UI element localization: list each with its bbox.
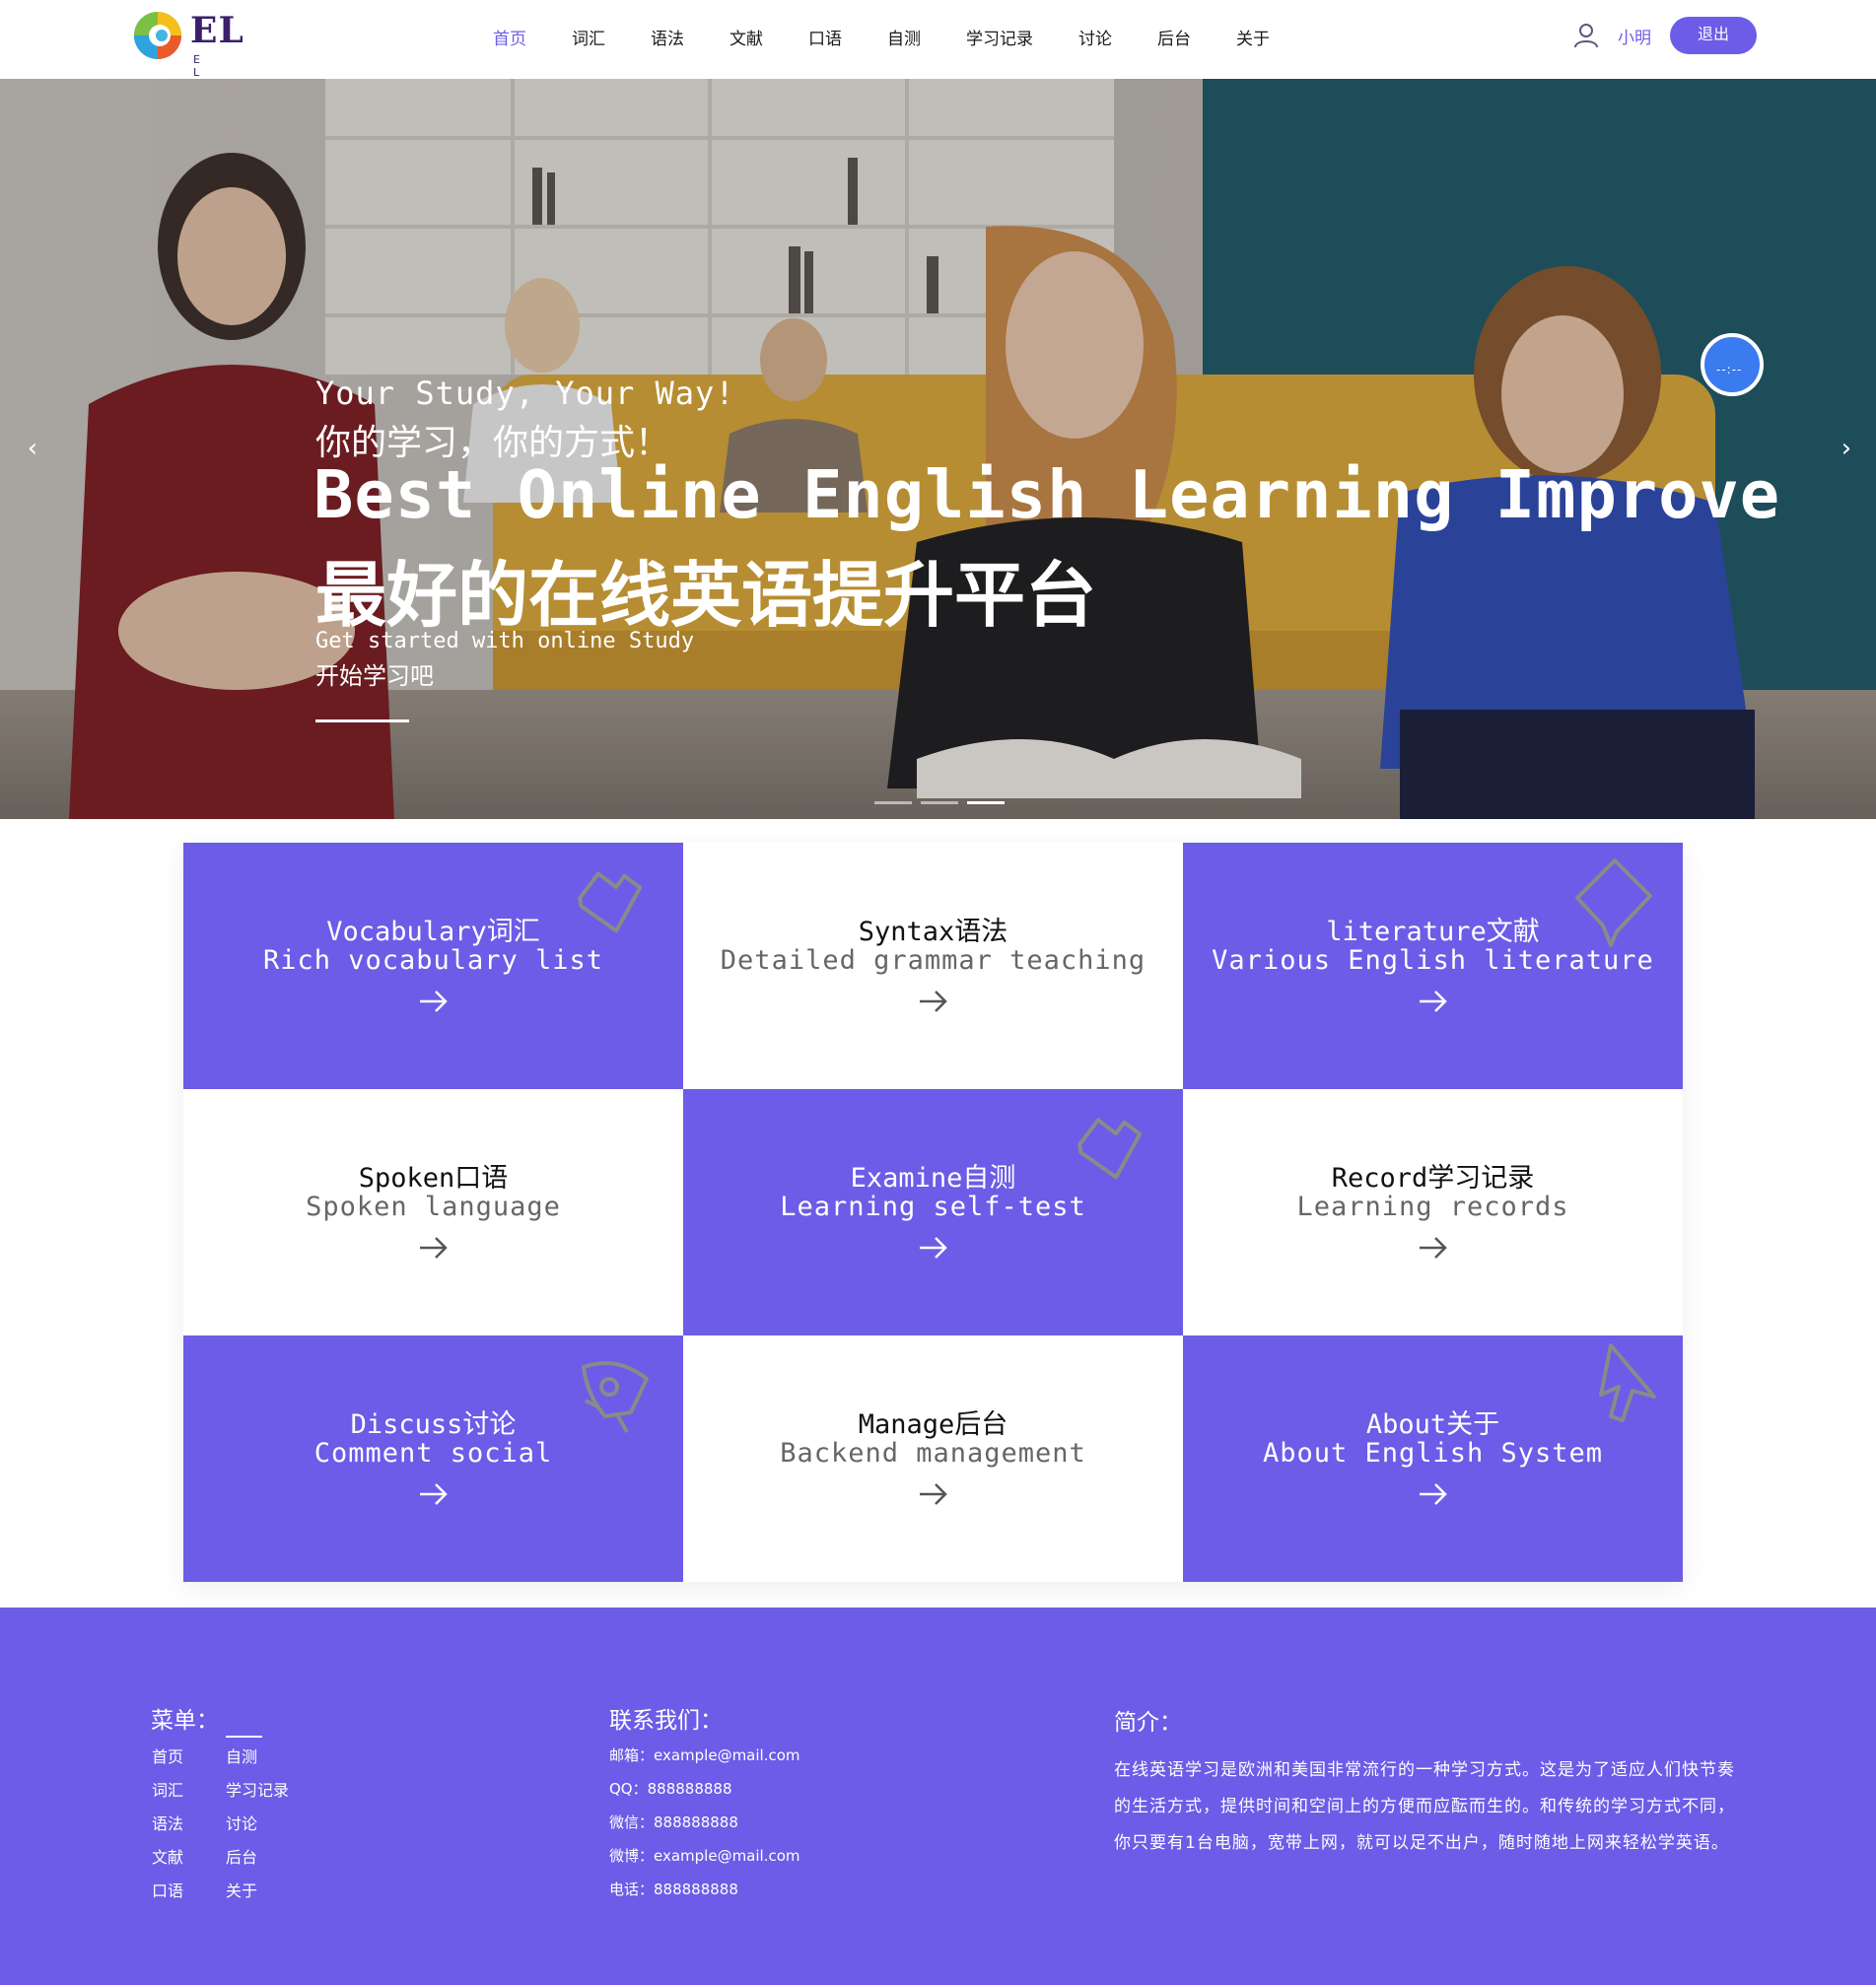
- card-title: literature文献: [1326, 917, 1540, 947]
- logo-icon: [134, 12, 181, 59]
- carousel-indicators: [874, 801, 1013, 804]
- arrow-right-icon: [1419, 1237, 1447, 1259]
- user-icon[interactable]: [1572, 22, 1600, 49]
- arrow-right-icon: [419, 1237, 448, 1259]
- nav-item-spoken[interactable]: 口语: [808, 25, 842, 49]
- card-spoken[interactable]: Spoken口语 Spoken language: [183, 1089, 683, 1335]
- card-subtitle: Learning self-test: [780, 1192, 1086, 1222]
- card-subtitle: Detailed grammar teaching: [720, 945, 1146, 976]
- card-subtitle: Comment social: [313, 1438, 553, 1469]
- footer-intro-text: 在线英语学习是欧洲和美国非常流行的一种学习方式。这是为了适应人们快节奏的生活方式…: [1114, 1760, 1735, 1853]
- hero-subtitle-en: Get started with online Study: [315, 629, 695, 653]
- card-subtitle: Rich vocabulary list: [262, 945, 604, 976]
- footer-contact-phone: 电话：888888888: [609, 1881, 738, 1898]
- footer-link-discuss[interactable]: 讨论: [226, 1811, 257, 1834]
- hero-title-zh: 最好的在线英语提升平台: [315, 554, 1097, 637]
- nav-item-vocabulary[interactable]: 词汇: [572, 25, 605, 49]
- footer-contact-weibo: 微博：example@mail.com: [609, 1847, 800, 1865]
- clock-badge[interactable]: --:--: [1701, 333, 1764, 396]
- footer-contact-wechat: 微信：888888888: [609, 1814, 738, 1831]
- footer-link-records[interactable]: 学习记录: [226, 1777, 289, 1801]
- logo-subtext: E L: [193, 53, 230, 79]
- card-discuss[interactable]: Discuss讨论 Comment social: [183, 1335, 683, 1582]
- footer-title-underline: [226, 1736, 262, 1738]
- card-subtitle: Learning records: [1296, 1192, 1569, 1222]
- footer-link-about[interactable]: 关于: [226, 1878, 257, 1901]
- card-literature[interactable]: literature文献 Various English literature: [1183, 843, 1683, 1089]
- card-title: Record学习记录: [1331, 1163, 1535, 1194]
- arrow-right-icon: [419, 991, 448, 1012]
- footer-link-backend[interactable]: 后台: [226, 1844, 257, 1868]
- arrow-right-icon: [1419, 991, 1447, 1012]
- card-title: Manage后台: [858, 1409, 1008, 1440]
- arrow-right-icon: [919, 991, 947, 1012]
- card-record[interactable]: Record学习记录 Learning records: [1183, 1089, 1683, 1335]
- main-nav: 首页 词汇 语法 文献 口语 自测 学习记录 讨论 后台 关于: [493, 0, 1315, 73]
- carousel-dot[interactable]: [874, 801, 912, 804]
- arrow-right-icon: [919, 1237, 947, 1259]
- hero-tagline-en: Your Study, Your Way!: [315, 375, 735, 412]
- carousel-dot-active[interactable]: [967, 801, 1005, 804]
- feature-grid: Vocabulary词汇 Rich vocabulary list Syntax…: [183, 843, 1683, 1582]
- card-title: Discuss讨论: [350, 1409, 517, 1440]
- carousel-prev-arrow-icon[interactable]: ‹: [18, 434, 47, 463]
- nav-item-self-test[interactable]: 自测: [887, 25, 921, 49]
- logo-text: EL: [190, 10, 244, 51]
- nav-item-grammar[interactable]: 语法: [651, 25, 684, 49]
- footer-menu-title: 菜单：: [151, 1708, 219, 1734]
- footer-link-self-test[interactable]: 自测: [226, 1744, 257, 1767]
- logout-button[interactable]: 退出: [1670, 17, 1757, 54]
- hero-subtitle-zh: 开始学习吧: [315, 662, 434, 690]
- footer-link-home[interactable]: 首页: [152, 1744, 183, 1767]
- arrow-right-icon: [919, 1483, 947, 1505]
- card-title: Vocabulary词汇: [326, 917, 540, 947]
- hero-underline: [315, 719, 409, 722]
- card-syntax[interactable]: Syntax语法 Detailed grammar teaching: [683, 843, 1183, 1089]
- carousel-next-arrow-icon[interactable]: ›: [1832, 434, 1861, 463]
- arrow-right-icon: [419, 1483, 448, 1505]
- card-subtitle: About English System: [1262, 1438, 1604, 1469]
- card-subtitle: Various English literature: [1212, 945, 1654, 976]
- nav-item-literature[interactable]: 文献: [730, 25, 763, 49]
- user-name[interactable]: 小明: [1618, 24, 1651, 48]
- header: EL E L 首页 词汇 语法 文献 口语 自测 学习记录 讨论 后台 关于 小…: [0, 0, 1876, 79]
- card-vocabulary[interactable]: Vocabulary词汇 Rich vocabulary list: [183, 843, 683, 1089]
- nav-item-records[interactable]: 学习记录: [966, 25, 1033, 49]
- footer-intro-title: 简介：: [1114, 1710, 1182, 1736]
- nav-item-home[interactable]: 首页: [493, 25, 526, 49]
- card-about[interactable]: About关于 About English System: [1183, 1335, 1683, 1582]
- card-manage[interactable]: Manage后台 Backend management: [683, 1335, 1183, 1582]
- footer-link-spoken[interactable]: 口语: [152, 1878, 183, 1901]
- hero-banner: Your Study, Your Way! 你的学习，你的方式！ Best On…: [0, 79, 1876, 819]
- card-examine[interactable]: Examine自测 Learning self-test: [683, 1089, 1183, 1335]
- card-title: Spoken口语: [358, 1163, 509, 1194]
- nav-item-about[interactable]: 关于: [1236, 25, 1270, 49]
- carousel-dot[interactable]: [921, 801, 958, 804]
- card-title: Syntax语法: [858, 917, 1008, 947]
- card-title: About关于: [1365, 1409, 1500, 1440]
- hero-overlay: [0, 79, 1876, 819]
- nav-item-backend[interactable]: 后台: [1157, 25, 1191, 49]
- footer-link-literature[interactable]: 文献: [152, 1844, 183, 1868]
- footer-link-vocabulary[interactable]: 词汇: [152, 1777, 183, 1801]
- logo[interactable]: EL E L: [131, 4, 249, 79]
- arrow-right-icon: [1419, 1483, 1447, 1505]
- hero-title-en: Best Online English Learning Improve: [313, 456, 1781, 533]
- footer-contact-qq: QQ：888888888: [609, 1780, 732, 1798]
- footer-contact-email: 邮箱：example@mail.com: [609, 1746, 800, 1764]
- card-subtitle: Spoken language: [306, 1192, 561, 1222]
- card-subtitle: Backend management: [780, 1438, 1086, 1469]
- footer-contact-title: 联系我们：: [609, 1708, 723, 1734]
- footer-link-grammar[interactable]: 语法: [152, 1811, 183, 1834]
- card-title: Examine自测: [850, 1163, 1016, 1194]
- nav-item-discuss[interactable]: 讨论: [1078, 25, 1112, 49]
- clock-badge-text: --:--: [1716, 363, 1743, 376]
